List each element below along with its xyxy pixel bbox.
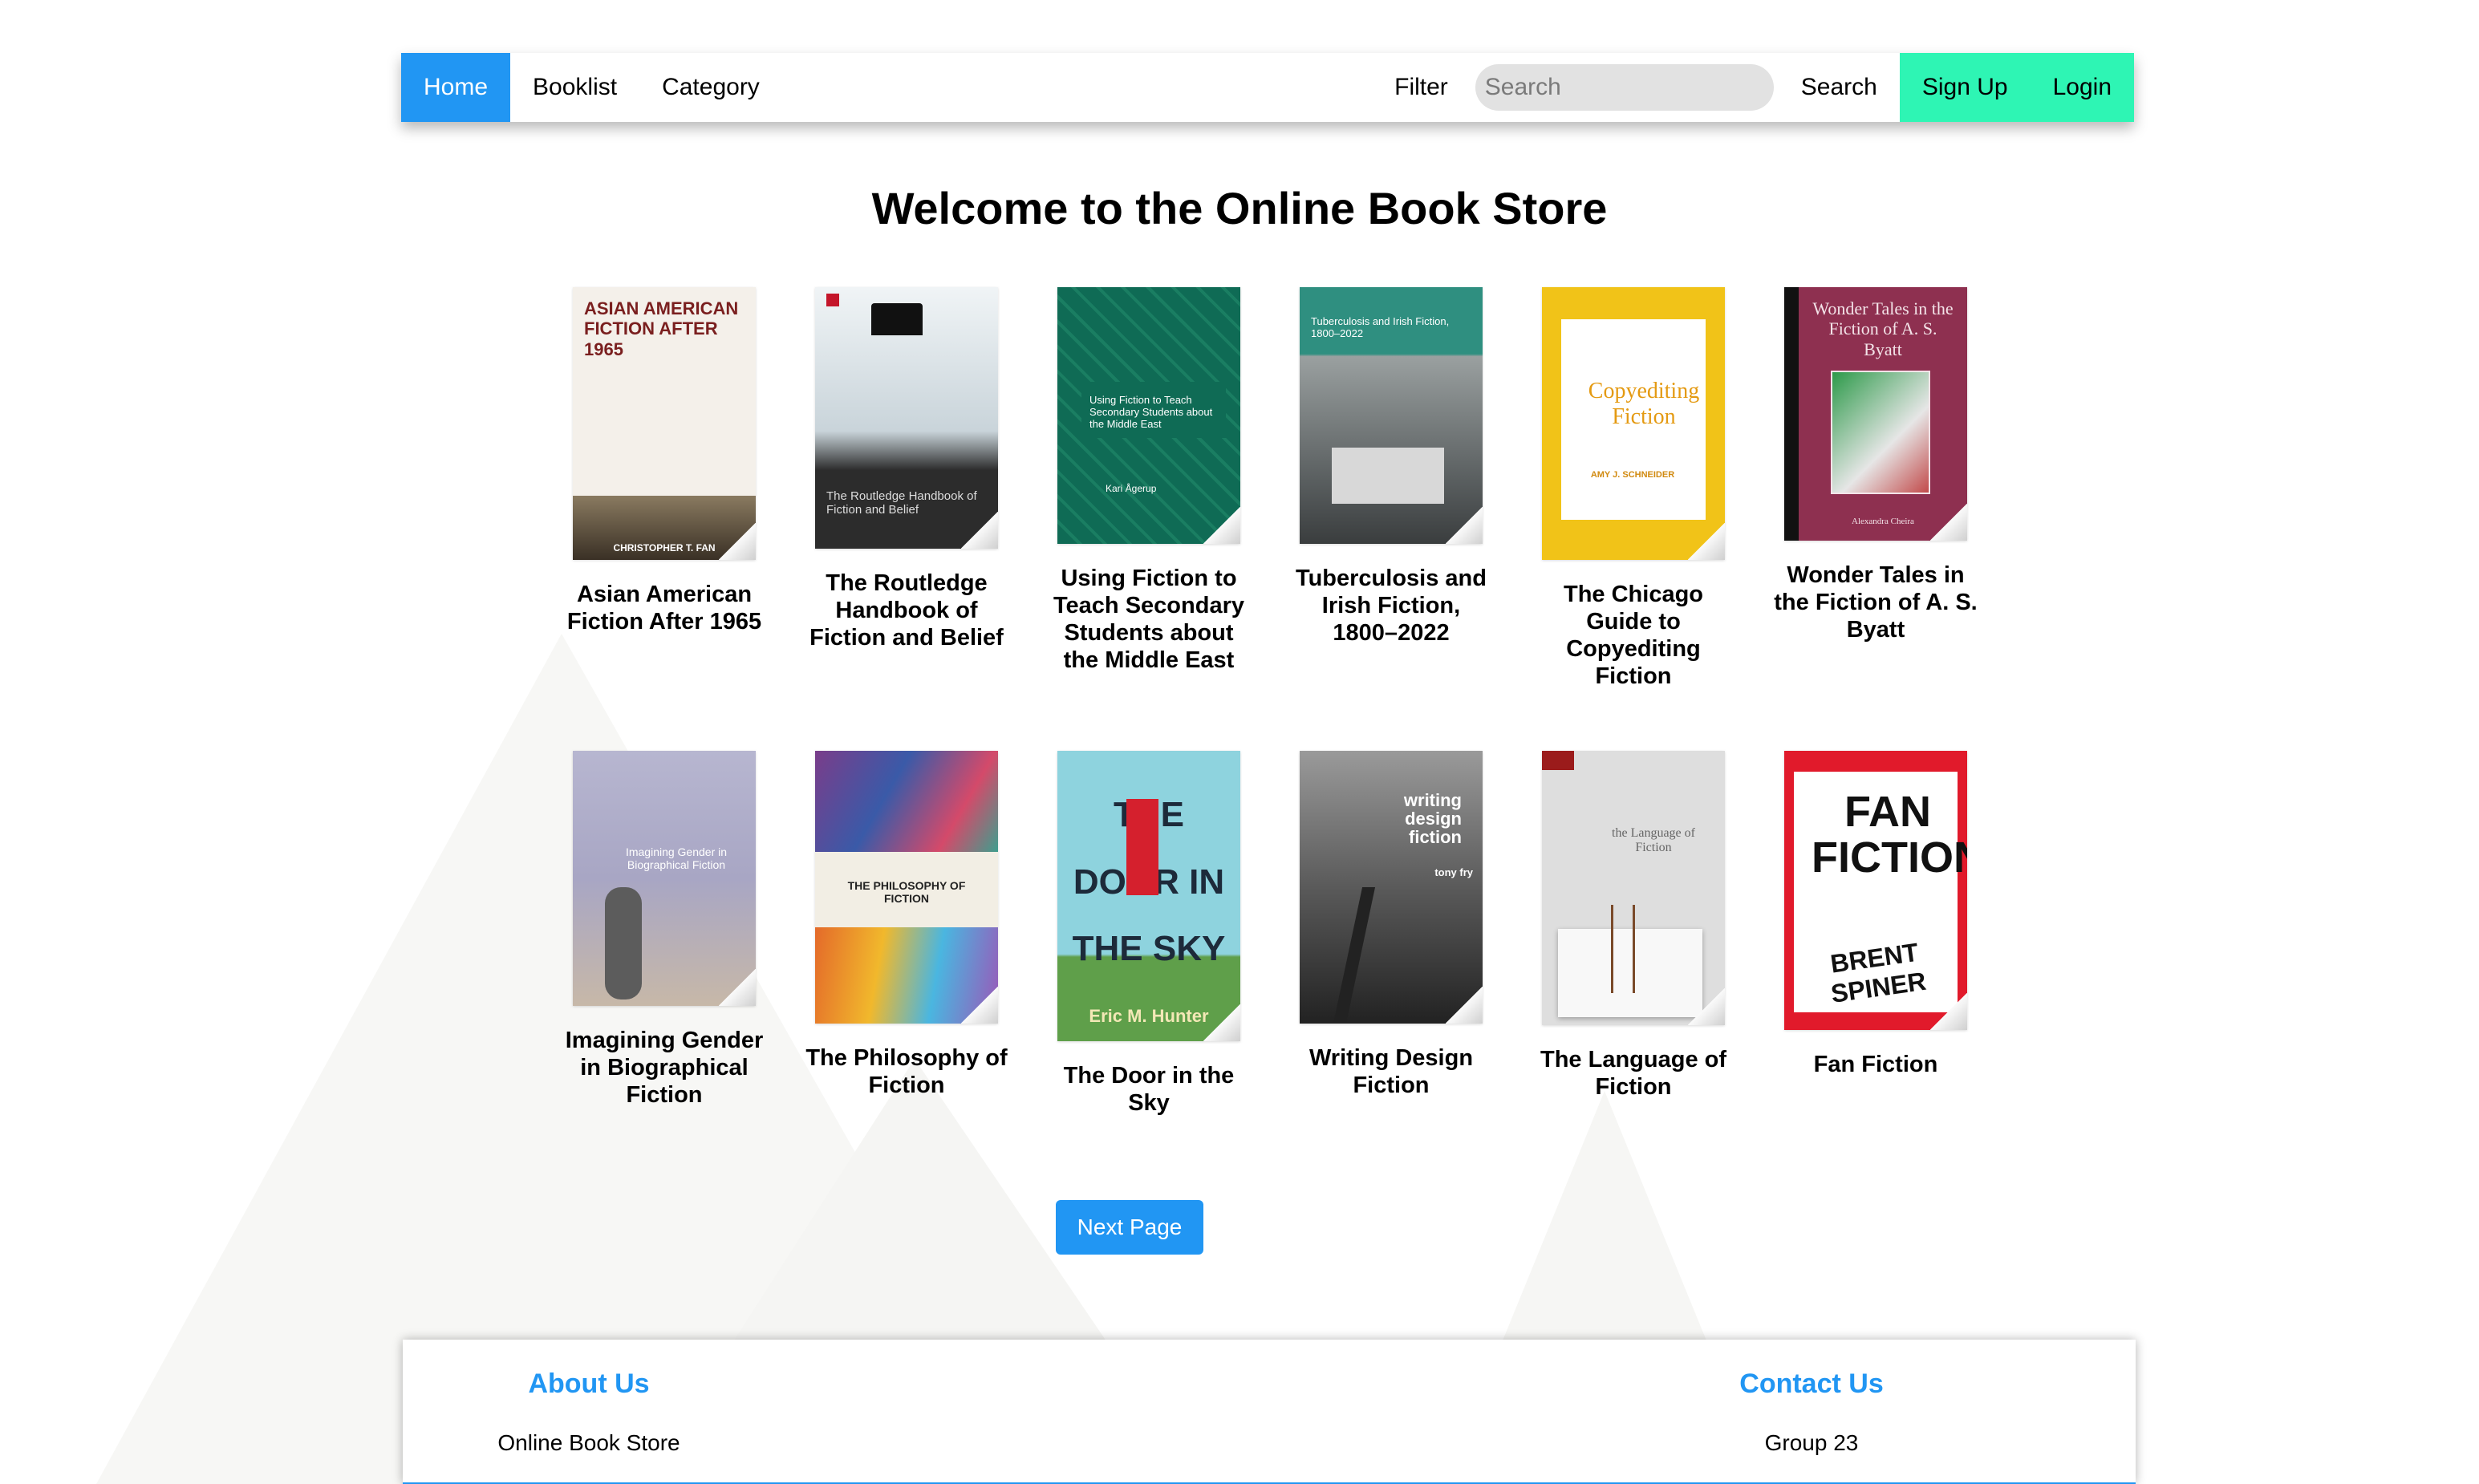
footer: About Us Online Book Store Contact Us Gr… bbox=[403, 1340, 2136, 1484]
cover-text: ASIAN AMERICAN FICTION AFTER 1965 bbox=[584, 298, 739, 359]
nav-booklist[interactable]: Booklist bbox=[510, 53, 639, 122]
book-card[interactable]: FAN FICTION BRENT SPINER Fan Fiction bbox=[1771, 751, 1980, 1078]
book-card[interactable]: writing design fiction tony fry Writing … bbox=[1287, 751, 1495, 1099]
signup-button[interactable]: Sign Up bbox=[1900, 53, 2031, 122]
book-cover: FAN FICTION BRENT SPINER bbox=[1784, 751, 1967, 1030]
book-cover: writing design fiction tony fry bbox=[1300, 751, 1483, 1024]
book-card[interactable]: THE PHILOSOPHY OF FICTION The Philosophy… bbox=[802, 751, 1011, 1099]
book-title: The Door in the Sky bbox=[1063, 1063, 1235, 1116]
next-page-button[interactable]: Next Page bbox=[1056, 1200, 1203, 1255]
book-cover: Wonder Tales in the Fiction of A. S. Bya… bbox=[1784, 287, 1967, 541]
book-title: The Philosophy of Fiction bbox=[805, 1045, 1008, 1098]
book-title: The Language of Fiction bbox=[1540, 1047, 1726, 1100]
cover-text: Using Fiction to Teach Secondary Student… bbox=[1089, 394, 1213, 430]
book-card[interactable]: ASIAN AMERICAN FICTION AFTER 1965 CHRIST… bbox=[560, 287, 769, 635]
book-card[interactable]: Using Fiction to Teach Secondary Student… bbox=[1045, 287, 1253, 674]
book-title: The Routledge Handbook of Fiction and Be… bbox=[809, 570, 1004, 651]
book-title: Asian American Fiction After 1965 bbox=[566, 582, 762, 635]
footer-about: About Us Online Book Store bbox=[428, 1368, 749, 1456]
cover-text: Imagining Gender in Biographical Fiction bbox=[625, 845, 728, 872]
book-title: Using Fiction to Teach Secondary Student… bbox=[1053, 566, 1244, 673]
about-text: Online Book Store bbox=[497, 1430, 680, 1455]
top-navbar: Home Booklist Category Filter Search Sig… bbox=[401, 53, 2134, 122]
cover-text: The Routledge Handbook of Fiction and Be… bbox=[826, 489, 977, 517]
book-title: Fan Fiction bbox=[1813, 1052, 1938, 1077]
book-card[interactable]: Copyediting Fiction AMY J. SCHNEIDER The… bbox=[1529, 287, 1738, 690]
book-title: Imagining Gender in Biographical Fiction bbox=[565, 1028, 764, 1108]
book-cover: Tuberculosis and Irish Fiction, 1800–202… bbox=[1300, 287, 1483, 544]
cover-text: FAN FICTION bbox=[1812, 788, 1967, 882]
book-title: Tuberculosis and Irish Fiction, 1800–202… bbox=[1296, 566, 1487, 646]
auth-group: Sign Up Login bbox=[1899, 53, 2134, 122]
login-button[interactable]: Login bbox=[2031, 53, 2134, 122]
cover-text: Tuberculosis and Irish Fiction, 1800–202… bbox=[1311, 315, 1450, 339]
book-card[interactable]: The Routledge Handbook of Fiction and Be… bbox=[802, 287, 1011, 651]
cover-author: tony fry bbox=[1434, 866, 1473, 878]
book-cover: Copyediting Fiction AMY J. SCHNEIDER bbox=[1542, 287, 1725, 560]
book-title: The Chicago Guide to Copyediting Fiction bbox=[1563, 582, 1703, 689]
book-card[interactable]: THE DOOR IN THE SKY Eric M. Hunter The D… bbox=[1045, 751, 1253, 1117]
cover-text: Copyediting Fiction bbox=[1588, 379, 1700, 430]
book-card[interactable]: Tuberculosis and Irish Fiction, 1800–202… bbox=[1287, 287, 1495, 647]
nav-filter[interactable]: Filter bbox=[1372, 53, 1471, 122]
book-cover: Using Fiction to Teach Secondary Student… bbox=[1057, 287, 1240, 544]
search-input[interactable] bbox=[1475, 64, 1774, 111]
book-cover: Imagining Gender in Biographical Fiction bbox=[573, 751, 756, 1006]
cover-text: THE PHILOSOPHY OF FICTION bbox=[847, 879, 966, 906]
cover-author: Kari Ågerup bbox=[1106, 483, 1157, 494]
page-title: Welcome to the Online Book Store bbox=[871, 183, 1608, 233]
cover-text: Wonder Tales in the Fiction of A. S. Bya… bbox=[1812, 298, 1954, 359]
book-card[interactable]: Imagining Gender in Biographical Fiction… bbox=[560, 751, 769, 1109]
footer-contact: Contact Us Group 23 bbox=[1651, 1368, 1972, 1456]
contact-heading: Contact Us bbox=[1739, 1368, 1884, 1399]
book-title: Writing Design Fiction bbox=[1308, 1045, 1474, 1098]
cover-text: the Language of Fiction bbox=[1612, 826, 1695, 855]
about-heading: About Us bbox=[528, 1368, 650, 1399]
book-card[interactable]: Wonder Tales in the Fiction of A. S. Bya… bbox=[1771, 287, 1980, 643]
book-cover: the Language of Fiction bbox=[1542, 751, 1725, 1025]
nav-category[interactable]: Category bbox=[639, 53, 782, 122]
contact-text: Group 23 bbox=[1764, 1430, 1859, 1455]
book-cover: The Routledge Handbook of Fiction and Be… bbox=[815, 287, 998, 549]
nav-home[interactable]: Home bbox=[401, 53, 511, 122]
search-button[interactable]: Search bbox=[1779, 53, 1900, 122]
book-cover: THE PHILOSOPHY OF FICTION bbox=[815, 751, 998, 1024]
cover-text: writing design fiction bbox=[1403, 790, 1462, 848]
cover-author: AMY J. SCHNEIDER bbox=[1590, 470, 1675, 480]
book-title: Wonder Tales in the Fiction of A. S. Bya… bbox=[1774, 562, 1978, 643]
book-card[interactable]: the Language of Fiction The Language of … bbox=[1529, 751, 1738, 1101]
book-cover: ASIAN AMERICAN FICTION AFTER 1965 CHRIST… bbox=[573, 287, 756, 560]
book-cover: THE DOOR IN THE SKY Eric M. Hunter bbox=[1057, 751, 1240, 1041]
